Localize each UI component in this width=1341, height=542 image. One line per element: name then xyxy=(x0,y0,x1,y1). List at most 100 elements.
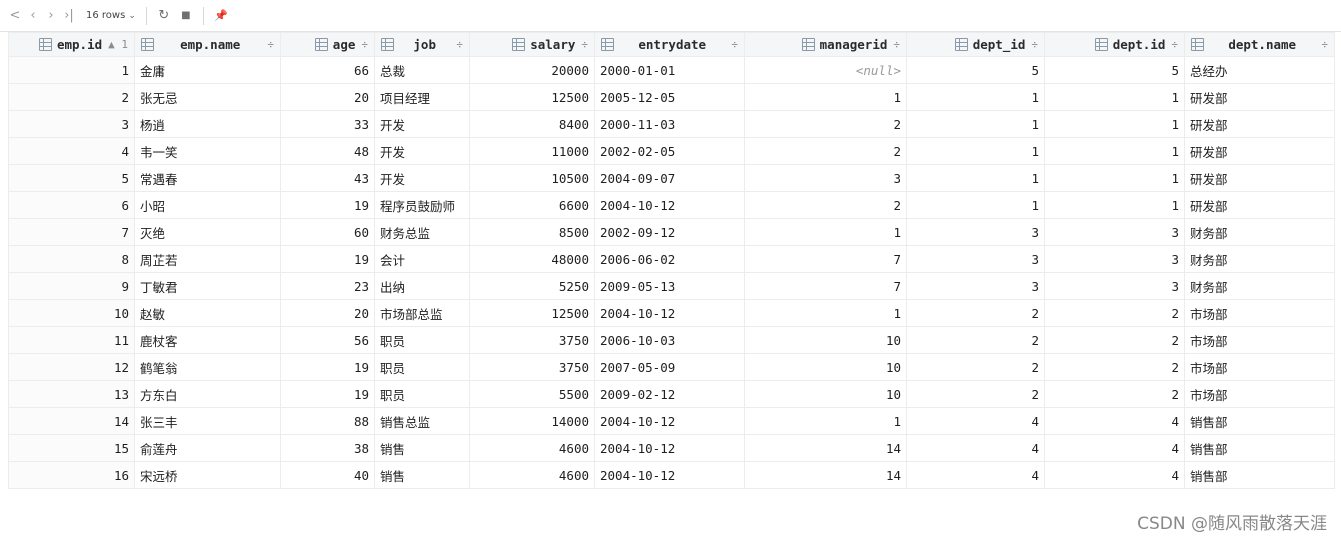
cell-managerid[interactable]: 7 xyxy=(744,272,907,300)
cell-salary[interactable]: 8400 xyxy=(469,110,595,138)
cell-salary[interactable]: 5500 xyxy=(469,380,595,408)
cell-emp-id[interactable]: 15 xyxy=(8,434,135,462)
cell-dept-id[interactable]: 1 xyxy=(1044,164,1185,192)
cell-dept-name[interactable]: 研发部 xyxy=(1184,83,1335,111)
cell-entrydate[interactable]: 2004-10-12 xyxy=(594,407,745,435)
cell-emp-id[interactable]: 14 xyxy=(8,407,135,435)
cell-managerid[interactable]: 1 xyxy=(744,83,907,111)
table-row[interactable]: 9 丁敏君 23 出纳 5250 2009-05-13 7 3 3 财务部 xyxy=(8,272,1335,300)
cell-entrydate[interactable]: 2009-05-13 xyxy=(594,272,745,300)
cell-dept-id-fk[interactable]: 1 xyxy=(906,164,1045,192)
cell-dept-id[interactable]: 3 xyxy=(1044,272,1185,300)
cell-age[interactable]: 38 xyxy=(280,434,375,462)
sort-icon[interactable]: ÷ xyxy=(267,38,274,51)
cell-entrydate[interactable]: 2006-06-02 xyxy=(594,245,745,273)
cell-emp-id[interactable]: 10 xyxy=(8,299,135,327)
cell-salary[interactable]: 8500 xyxy=(469,218,595,246)
cell-dept-id-fk[interactable]: 3 xyxy=(906,272,1045,300)
cell-job[interactable]: 职员 xyxy=(374,380,470,408)
cell-entrydate[interactable]: 2004-10-12 xyxy=(594,191,745,219)
table-row[interactable]: 16 宋远桥 40 销售 4600 2004-10-12 14 4 4 销售部 xyxy=(8,461,1335,489)
cell-dept-id[interactable]: 1 xyxy=(1044,110,1185,138)
cell-managerid[interactable]: 2 xyxy=(744,137,907,165)
cell-dept-id-fk[interactable]: 1 xyxy=(906,137,1045,165)
cell-managerid[interactable]: 10 xyxy=(744,380,907,408)
table-row[interactable]: 12 鹤笔翁 19 职员 3750 2007-05-09 10 2 2 市场部 xyxy=(8,353,1335,381)
cell-entrydate[interactable]: 2005-12-05 xyxy=(594,83,745,111)
cell-dept-name[interactable]: 销售部 xyxy=(1184,434,1335,462)
cell-dept-id-fk[interactable]: 2 xyxy=(906,326,1045,354)
column-header-salary[interactable]: salary ÷ xyxy=(469,32,595,57)
cell-dept-name[interactable]: 市场部 xyxy=(1184,326,1335,354)
table-row[interactable]: 11 鹿杖客 56 职员 3750 2006-10-03 10 2 2 市场部 xyxy=(8,326,1335,354)
cell-dept-id[interactable]: 4 xyxy=(1044,461,1185,489)
table-row[interactable]: 4 韦一笑 48 开发 11000 2002-02-05 2 1 1 研发部 xyxy=(8,137,1335,165)
next-page-icon[interactable]: › xyxy=(42,5,60,27)
cell-emp-name[interactable]: 周芷若 xyxy=(134,245,281,273)
cell-age[interactable]: 33 xyxy=(280,110,375,138)
cell-managerid[interactable]: 1 xyxy=(744,218,907,246)
cell-salary[interactable]: 4600 xyxy=(469,461,595,489)
cell-dept-id[interactable]: 2 xyxy=(1044,326,1185,354)
column-header-dept-id[interactable]: dept.id ÷ xyxy=(1044,32,1185,57)
cell-dept-id-fk[interactable]: 4 xyxy=(906,434,1045,462)
cell-job[interactable]: 市场部总监 xyxy=(374,299,470,327)
cell-emp-name[interactable]: 张三丰 xyxy=(134,407,281,435)
cell-age[interactable]: 19 xyxy=(280,191,375,219)
sort-icon[interactable]: ÷ xyxy=(731,38,738,51)
cell-dept-name[interactable]: 销售部 xyxy=(1184,407,1335,435)
cell-emp-name[interactable]: 方东白 xyxy=(134,380,281,408)
cell-dept-id-fk[interactable]: 2 xyxy=(906,380,1045,408)
cell-salary[interactable]: 12500 xyxy=(469,83,595,111)
cell-salary[interactable]: 48000 xyxy=(469,245,595,273)
cell-emp-id[interactable]: 5 xyxy=(8,164,135,192)
cell-emp-id[interactable]: 9 xyxy=(8,272,135,300)
cell-emp-id[interactable]: 4 xyxy=(8,137,135,165)
cell-dept-id-fk[interactable]: 1 xyxy=(906,110,1045,138)
cell-entrydate[interactable]: 2000-01-01 xyxy=(594,56,745,84)
cell-salary[interactable]: 14000 xyxy=(469,407,595,435)
cell-emp-id[interactable]: 8 xyxy=(8,245,135,273)
cell-emp-name[interactable]: 鹿杖客 xyxy=(134,326,281,354)
cell-dept-name[interactable]: 财务部 xyxy=(1184,245,1335,273)
cell-dept-id-fk[interactable]: 5 xyxy=(906,56,1045,84)
cell-managerid[interactable]: 14 xyxy=(744,434,907,462)
cell-emp-name[interactable]: 张无忌 xyxy=(134,83,281,111)
cell-entrydate[interactable]: 2004-10-12 xyxy=(594,299,745,327)
column-header-emp-name[interactable]: emp.name ÷ xyxy=(134,32,281,57)
cell-emp-name[interactable]: 常遇春 xyxy=(134,164,281,192)
cell-managerid[interactable]: 10 xyxy=(744,353,907,381)
cell-dept-name[interactable]: 研发部 xyxy=(1184,137,1335,165)
cell-age[interactable]: 20 xyxy=(280,299,375,327)
cell-dept-name[interactable]: 财务部 xyxy=(1184,272,1335,300)
column-header-job[interactable]: job ÷ xyxy=(374,32,470,57)
cell-salary[interactable]: 20000 xyxy=(469,56,595,84)
cell-job[interactable]: 开发 xyxy=(374,164,470,192)
cell-dept-id-fk[interactable]: 1 xyxy=(906,83,1045,111)
cell-job[interactable]: 职员 xyxy=(374,326,470,354)
sort-icon[interactable]: ÷ xyxy=(361,38,368,51)
cell-job[interactable]: 总裁 xyxy=(374,56,470,84)
cell-salary[interactable]: 3750 xyxy=(469,326,595,354)
table-row[interactable]: 13 方东白 19 职员 5500 2009-02-12 10 2 2 市场部 xyxy=(8,380,1335,408)
cell-salary[interactable]: 5250 xyxy=(469,272,595,300)
sort-icon[interactable]: ÷ xyxy=(1031,38,1038,51)
column-header-managerid[interactable]: managerid ÷ xyxy=(744,32,907,57)
column-header-dept-id-fk[interactable]: dept_id ÷ xyxy=(906,32,1045,57)
cell-job[interactable]: 会计 xyxy=(374,245,470,273)
cell-managerid[interactable]: 2 xyxy=(744,191,907,219)
cell-age[interactable]: 48 xyxy=(280,137,375,165)
table-row[interactable]: 10 赵敏 20 市场部总监 12500 2004-10-12 1 2 2 市场部 xyxy=(8,299,1335,327)
cell-managerid[interactable]: 1 xyxy=(744,299,907,327)
cell-age[interactable]: 60 xyxy=(280,218,375,246)
table-row[interactable]: 7 灭绝 60 财务总监 8500 2002-09-12 1 3 3 财务部 xyxy=(8,218,1335,246)
cell-age[interactable]: 56 xyxy=(280,326,375,354)
cell-emp-id[interactable]: 2 xyxy=(8,83,135,111)
cell-dept-name[interactable]: 市场部 xyxy=(1184,299,1335,327)
cell-emp-id[interactable]: 12 xyxy=(8,353,135,381)
cell-job[interactable]: 销售总监 xyxy=(374,407,470,435)
cell-entrydate[interactable]: 2009-02-12 xyxy=(594,380,745,408)
cell-age[interactable]: 19 xyxy=(280,245,375,273)
cell-salary[interactable]: 3750 xyxy=(469,353,595,381)
cell-emp-name[interactable]: 杨逍 xyxy=(134,110,281,138)
